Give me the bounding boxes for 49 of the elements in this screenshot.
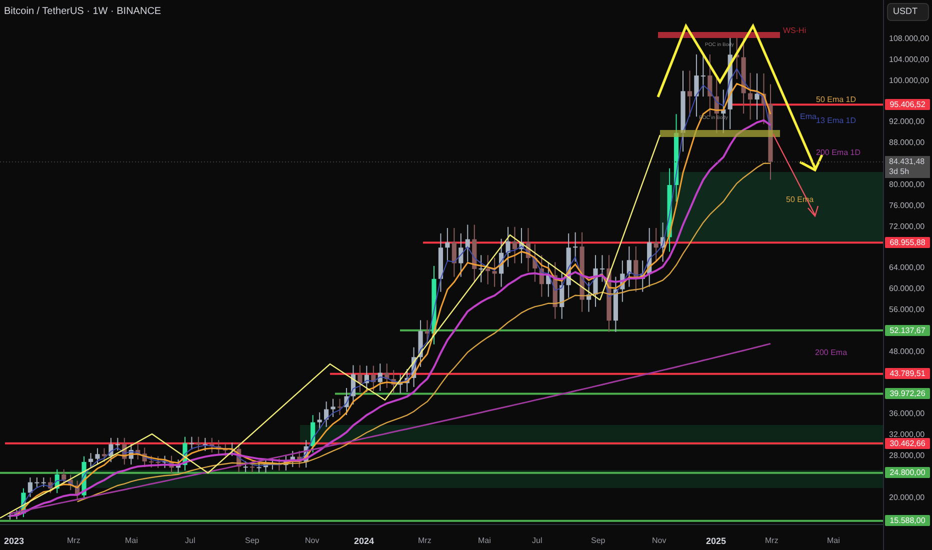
time-label: 2024 [354,535,374,548]
price-label: 88.000,00 [889,138,925,148]
price-label: 48.000,00 [889,346,925,357]
price-label: 100.000,00 [889,76,930,86]
price-label: 92.000,00 [889,117,925,128]
time-label: Mrz [67,535,80,547]
time-label: Sep [245,535,260,547]
price-tag: 30.462,66 [885,438,930,449]
current-price: 84.431,48 [889,156,926,167]
price-tag: 15.588,00 [885,515,930,526]
chart-annotation: 200 Ema 1D [816,148,860,158]
price-label: 36.000,00 [889,409,925,420]
time-label: Nov [305,535,320,547]
price-label: 60.000,00 [889,284,925,294]
chart-annotation: 50 Ema 1D [816,95,856,105]
price-label: 104.000,00 [889,54,930,65]
price-tag: 68.955,88 [885,237,930,248]
currency-button[interactable]: USDT [887,3,929,21]
time-label: 2023 [4,535,24,548]
countdown-timer: 3d 5h [889,166,910,177]
price-tag: 39.972,26 [885,388,930,400]
price-tag: 95.406,52 [885,99,930,110]
price-label: 76.000,00 [889,200,925,211]
chart-annotation: 13 Ema 1D [816,116,856,126]
time-label: Mrz [765,535,778,547]
chart-annotation: WS-Hi [783,26,806,36]
price-label: 32.000,00 [889,430,925,440]
time-label: Mai [125,535,138,547]
chart-annotation: 200 Ema [815,348,848,358]
time-label: Mai [478,535,491,547]
price-tag: 52.137,67 [885,324,930,336]
chart-annotation: Ema [800,112,816,122]
price-label: 20.000,00 [889,492,925,503]
price-tag: 24.800,00 [885,467,930,478]
price-label: 64.000,00 [889,263,925,274]
price-label: 28.000,00 [889,451,925,462]
time-label: Jul [185,535,196,547]
price-label: 72.000,00 [889,222,925,232]
time-label: Mai [827,535,840,547]
price-label: 80.000,00 [889,180,925,190]
time-label: 2025 [706,535,726,548]
chart-title: Bitcoin / TetherUS · 1W · BINANCE [4,5,162,19]
time-label: Jul [532,535,542,547]
price-label: 56.000,00 [889,305,925,316]
time-label: Sep [591,535,606,547]
price-label: 108.000,00 [889,34,930,44]
time-label: Mrz [418,535,432,547]
price-tag: 43.789,51 [885,368,930,380]
time-label: Nov [652,535,666,547]
